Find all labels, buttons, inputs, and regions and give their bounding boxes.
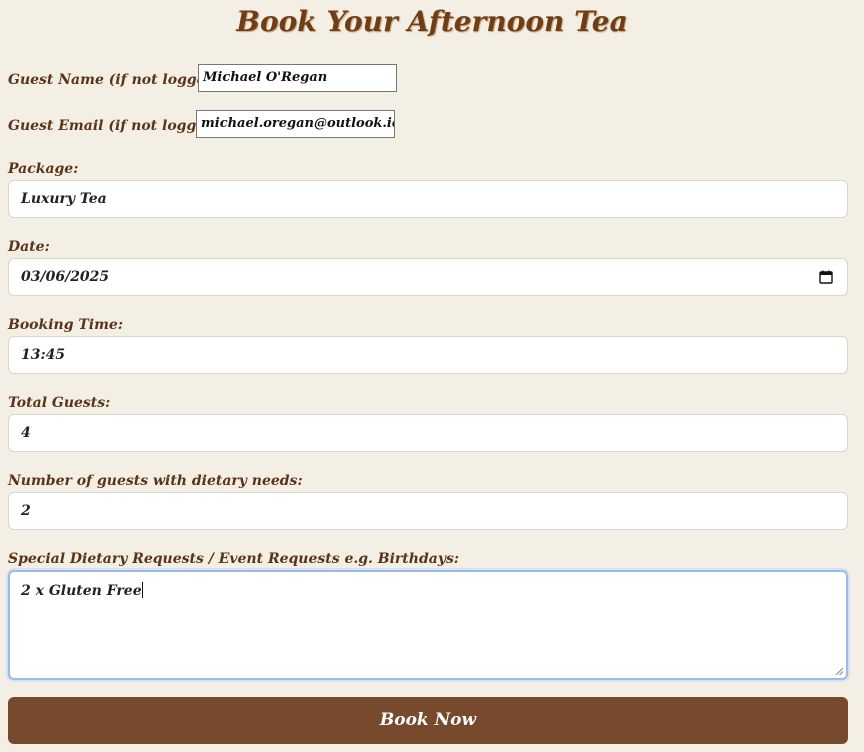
- resize-grip-icon[interactable]: [835, 667, 843, 675]
- date-value: 03/06/2025: [21, 269, 110, 285]
- text-caret: [141, 582, 143, 598]
- dietary-guests-label: Number of guests with dietary needs:: [8, 473, 303, 489]
- booking-time-input[interactable]: 13:45: [8, 336, 848, 374]
- page-title: Book Your Afternoon Tea: [236, 5, 628, 38]
- booking-time-value: 13:45: [21, 347, 66, 363]
- total-guests-input[interactable]: 4: [8, 414, 848, 452]
- calendar-icon[interactable]: [819, 270, 833, 284]
- guest-name-input[interactable]: Michael O'Regan: [198, 64, 397, 92]
- book-now-button[interactable]: Book Now: [8, 697, 848, 744]
- special-requests-textarea[interactable]: 2 x Gluten Free: [8, 570, 848, 680]
- special-requests-value: 2 x Gluten Free: [21, 583, 142, 599]
- special-requests-label: Special Dietary Requests / Event Request…: [8, 551, 460, 567]
- dietary-guests-input[interactable]: 2: [8, 492, 848, 530]
- guest-email-input[interactable]: michael.oregan@outlook.ie: [196, 110, 395, 138]
- date-label: Date:: [8, 239, 50, 255]
- total-guests-value: 4: [21, 425, 31, 441]
- package-value: Luxury Tea: [21, 191, 107, 207]
- package-select[interactable]: Luxury Tea: [8, 180, 848, 218]
- booking-time-label: Booking Time:: [8, 317, 123, 333]
- dietary-guests-value: 2: [21, 503, 31, 519]
- date-input[interactable]: 03/06/2025: [8, 258, 848, 296]
- total-guests-label: Total Guests:: [8, 395, 111, 411]
- package-label: Package:: [8, 161, 79, 177]
